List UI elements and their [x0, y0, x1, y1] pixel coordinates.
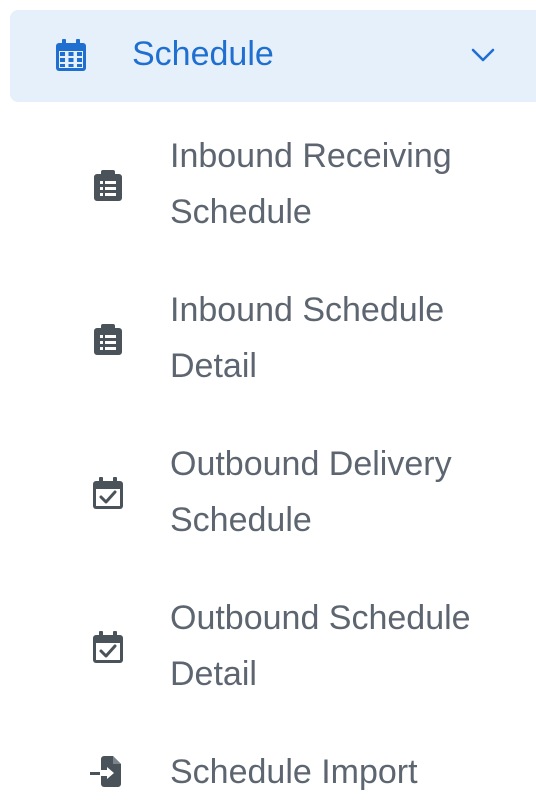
- calendar-icon: [56, 39, 86, 71]
- calendar-check-icon: [93, 477, 123, 509]
- nav-item-outbound-schedule-detail[interactable]: Outbound Schedule Detail: [0, 590, 536, 702]
- nav-item-label: Outbound Schedule Detail: [170, 599, 471, 693]
- file-import-icon: [90, 756, 121, 787]
- chevron-down-icon: [471, 48, 495, 62]
- schedule-section-toggle[interactable]: Schedule: [10, 10, 536, 102]
- nav-item-inbound-receiving-schedule[interactable]: Inbound Receiving Schedule: [0, 128, 536, 240]
- nav-item-inbound-schedule-detail[interactable]: Inbound Schedule Detail: [0, 282, 536, 394]
- sidebar-nav: Schedule Inbound Receiving Schedule Inbo…: [0, 0, 536, 792]
- nav-item-label: Outbound Delivery Schedule: [170, 445, 452, 539]
- schedule-section-label: Schedule: [132, 35, 274, 73]
- nav-item-outbound-delivery-schedule[interactable]: Outbound Delivery Schedule: [0, 436, 536, 548]
- clipboard-list-icon: [94, 170, 122, 201]
- nav-item-label: Inbound Schedule Detail: [170, 291, 445, 385]
- clipboard-list-icon: [94, 324, 122, 355]
- calendar-check-icon: [93, 631, 123, 663]
- nav-item-label: Inbound Receiving Schedule: [170, 137, 452, 231]
